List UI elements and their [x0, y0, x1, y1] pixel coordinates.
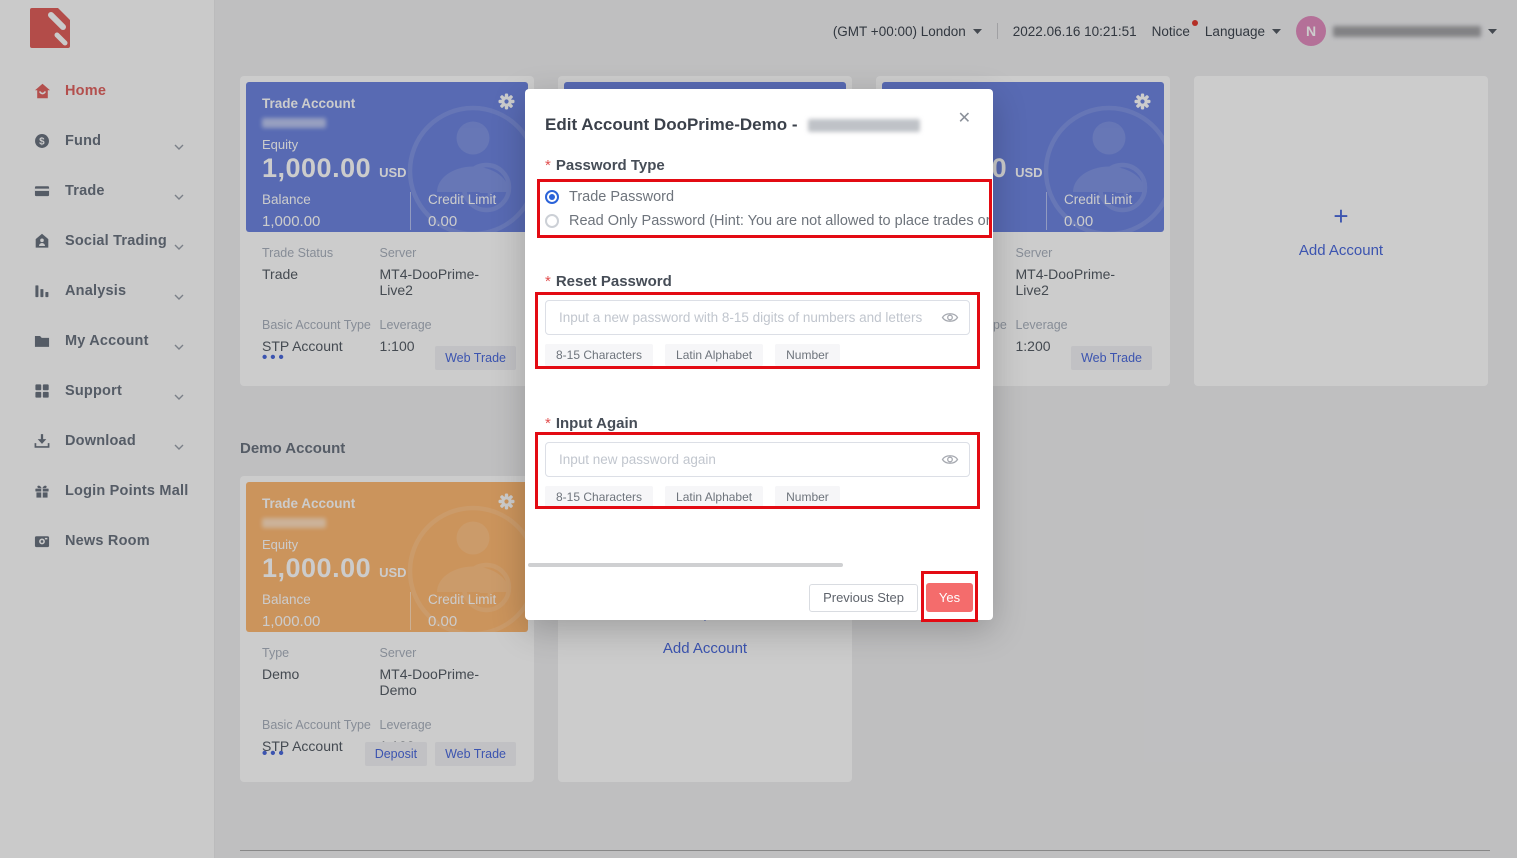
required-mark: * [545, 273, 551, 290]
horizontal-scrollbar[interactable] [528, 563, 843, 567]
rule-tag: Number [775, 486, 840, 508]
previous-step-button[interactable]: Previous Step [809, 584, 918, 612]
reset-password-label: *Reset Password [545, 273, 973, 290]
rule-tag: Number [775, 344, 840, 366]
new-password-input[interactable] [545, 300, 970, 335]
eye-icon[interactable] [941, 453, 959, 471]
password-rules: 8-15 Characters Latin Alphabet Number [545, 344, 973, 366]
radio-unselected-icon [545, 214, 559, 228]
required-mark: * [545, 157, 551, 174]
required-mark: * [545, 415, 551, 432]
modal-title: Edit Account DooPrime-Demo - [545, 115, 973, 135]
edit-account-modal: Edit Account DooPrime-Demo - ✕ *Password… [525, 89, 993, 620]
confirm-password-input[interactable] [545, 442, 970, 477]
radio-trade-password[interactable]: Trade Password [545, 187, 993, 206]
rule-tag: 8-15 Characters [545, 344, 653, 366]
password-type-radio-group: Trade Password Read Only Password (Hint:… [545, 187, 993, 230]
eye-icon[interactable] [941, 311, 959, 329]
radio-selected-icon [545, 190, 559, 204]
yes-button[interactable]: Yes [926, 583, 973, 612]
modal-footer: Previous Step Yes [809, 583, 973, 612]
radio-label: Read Only Password (Hint: You are not al… [569, 213, 993, 229]
rule-tag: Latin Alphabet [665, 344, 763, 366]
password-type-label: *Password Type [545, 157, 973, 174]
confirm-password-field [545, 442, 970, 477]
account-number-redacted [808, 119, 920, 132]
input-again-label: *Input Again [545, 415, 973, 432]
close-icon[interactable]: ✕ [958, 111, 971, 127]
rule-tag: Latin Alphabet [665, 486, 763, 508]
password-rules: 8-15 Characters Latin Alphabet Number [545, 486, 973, 508]
radio-read-only-password[interactable]: Read Only Password (Hint: You are not al… [545, 211, 993, 230]
reset-password-field [545, 300, 970, 335]
rule-tag: 8-15 Characters [545, 486, 653, 508]
radio-label: Trade Password [569, 189, 674, 205]
